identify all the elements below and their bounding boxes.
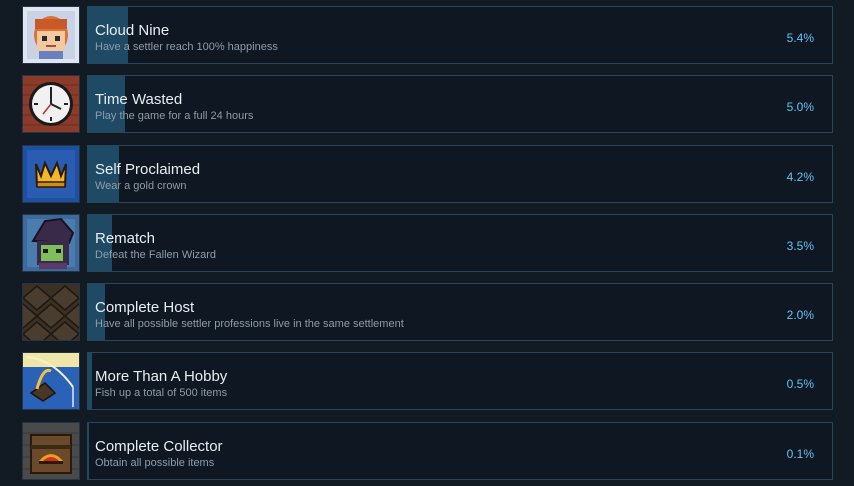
- unlock-percentage-bar: [88, 353, 92, 409]
- achievement-row: Cloud Nine Have a settler reach 100% hap…: [0, 6, 854, 64]
- achievement-title: More Than A Hobby: [95, 368, 228, 385]
- achievement-row: Self Proclaimed Wear a gold crown 4.2%: [0, 145, 854, 203]
- achievement-panel[interactable]: Cloud Nine Have a settler reach 100% hap…: [87, 6, 833, 64]
- achievement-title: Self Proclaimed: [95, 161, 201, 178]
- achievement-description: Obtain all possible items: [95, 457, 215, 469]
- clock-icon: [22, 75, 80, 133]
- happy-settler-icon: [22, 6, 80, 64]
- achievement-panel[interactable]: More Than A Hobby Fish up a total of 500…: [87, 352, 833, 410]
- unlock-percentage-bar: [88, 423, 89, 479]
- unlock-percentage: 3.5%: [786, 239, 814, 253]
- achievement-row: More Than A Hobby Fish up a total of 500…: [0, 352, 854, 410]
- achievement-list: Cloud Nine Have a settler reach 100% hap…: [0, 0, 854, 486]
- achievement-row: Rematch Defeat the Fallen Wizard 3.5%: [0, 214, 854, 272]
- settlement-roofs-icon: [22, 283, 80, 341]
- achievement-description: Wear a gold crown: [95, 180, 187, 192]
- achievement-title: Rematch: [95, 230, 156, 247]
- achievement-panel[interactable]: Rematch Defeat the Fallen Wizard 3.5%: [87, 214, 833, 272]
- achievement-row: Time Wasted Play the game for a full 24 …: [0, 75, 854, 133]
- achievement-panel[interactable]: Self Proclaimed Wear a gold crown 4.2%: [87, 145, 833, 203]
- unlock-percentage: 0.5%: [786, 377, 814, 391]
- unlock-percentage: 2.0%: [786, 308, 814, 322]
- achievement-title: Cloud Nine: [95, 22, 170, 39]
- achievement-description: Have all possible settler professions li…: [95, 318, 404, 330]
- achievement-title: Time Wasted: [95, 91, 183, 108]
- gold-crown-icon: [22, 145, 80, 203]
- achievement-title: Complete Collector: [95, 438, 223, 455]
- fishing-icon: [22, 352, 80, 410]
- achievement-panel[interactable]: Time Wasted Play the game for a full 24 …: [87, 75, 833, 133]
- achievement-description: Play the game for a full 24 hours: [95, 110, 254, 122]
- achievement-description: Defeat the Fallen Wizard: [95, 249, 217, 261]
- unlock-percentage: 4.2%: [786, 170, 814, 184]
- achievement-row: Complete Collector Obtain all possible i…: [0, 422, 854, 480]
- unlock-percentage: 5.4%: [786, 31, 814, 45]
- achievement-description: Have a settler reach 100% happiness: [95, 41, 278, 53]
- achievement-row: Complete Host Have all possible settler …: [0, 283, 854, 341]
- unlock-percentage: 5.0%: [786, 100, 814, 114]
- fallen-wizard-icon: [22, 214, 80, 272]
- treasure-chest-icon: [22, 422, 80, 480]
- unlock-percentage: 0.1%: [786, 447, 814, 461]
- achievement-title: Complete Host: [95, 299, 195, 316]
- achievement-description: Fish up a total of 500 items: [95, 387, 228, 399]
- achievement-panel[interactable]: Complete Host Have all possible settler …: [87, 283, 833, 341]
- achievement-panel[interactable]: Complete Collector Obtain all possible i…: [87, 422, 833, 480]
